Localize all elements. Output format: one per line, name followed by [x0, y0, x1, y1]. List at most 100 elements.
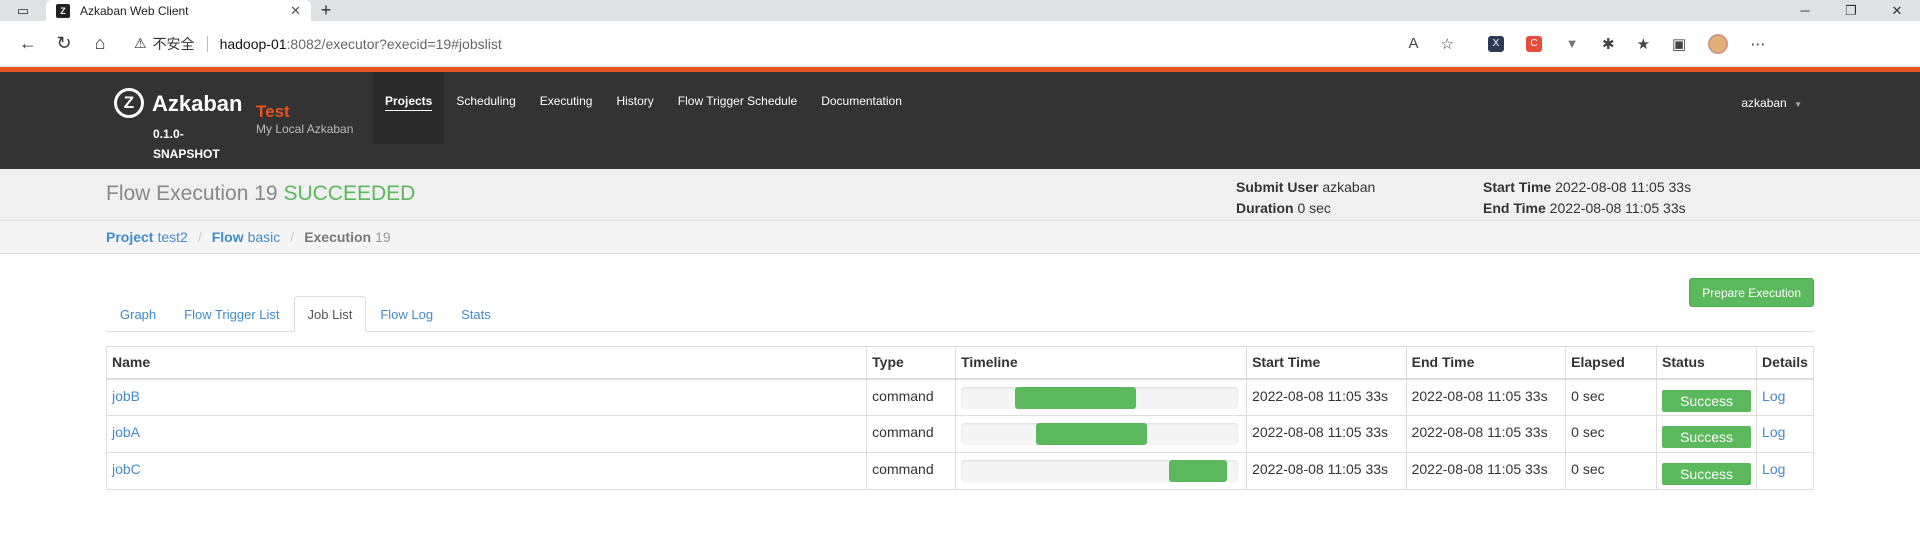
tab-flow-log[interactable]: Flow Log [366, 296, 447, 332]
breadcrumb-project[interactable]: Project test2 [106, 229, 188, 245]
timeline-bar [1035, 423, 1147, 445]
submit-user-value: azkaban [1322, 179, 1376, 195]
breadcrumb-project-value: test2 [157, 229, 188, 245]
nav-flow-trigger-schedule[interactable]: Flow Trigger Schedule [666, 72, 809, 144]
read-aloud-icon[interactable]: A [1409, 35, 1419, 53]
maximize-button[interactable]: ❐ [1828, 0, 1874, 21]
tab-close-icon[interactable]: ✕ [290, 3, 301, 19]
extension-x-icon[interactable]: X [1488, 35, 1504, 52]
version-label: 0.1.0-SNAPSHOT [153, 127, 220, 161]
timeline-track [961, 386, 1239, 409]
col-elapsed: Elapsed [1565, 346, 1658, 380]
url-divider [206, 35, 208, 52]
start-time-value: 2022-08-08 11:05 33s [1555, 179, 1692, 195]
extensions-puzzle-icon[interactable]: ✱ [1602, 35, 1615, 53]
job-name-link[interactable]: jobC [112, 461, 141, 477]
breadcrumb-flow-value: basic [247, 229, 281, 245]
close-window-button[interactable]: ✕ [1874, 0, 1920, 21]
timeline-track [961, 460, 1239, 482]
job-elapsed: 0 sec [1565, 378, 1658, 416]
breadcrumb-divider: / [197, 229, 202, 245]
collections-icon[interactable]: ▣ [1672, 35, 1686, 53]
execution-tabs: Graph Flow Trigger List Job List Flow Lo… [106, 296, 505, 332]
prepare-execution-button[interactable]: Prepare Execution [1689, 278, 1814, 307]
table-row: jobB command 2022-08-08 11:05 33s 2022-0… [105, 378, 1814, 416]
log-link[interactable]: Log [1762, 388, 1785, 404]
nav-documentation[interactable]: Documentation [809, 72, 914, 144]
url-host: hadoop-01 [219, 35, 287, 52]
breadcrumb-flow-label: Flow [211, 229, 244, 245]
timeline-bar [1168, 460, 1227, 482]
warning-icon: ⚠ [134, 35, 147, 51]
tab-job-list[interactable]: Job List [293, 296, 367, 332]
tab-stats[interactable]: Stats [447, 296, 505, 332]
nav-scheduling[interactable]: Scheduling [444, 72, 527, 144]
back-icon[interactable]: ← [10, 33, 46, 54]
job-end-time: 2022-08-08 11:05 33s [1405, 415, 1567, 453]
end-time-value: 2022-08-08 11:05 33s [1549, 200, 1686, 216]
col-end-time: End Time [1405, 346, 1567, 380]
tab-title: Azkaban Web Client [80, 3, 189, 18]
breadcrumb-execution-label: Execution [304, 229, 372, 245]
breadcrumb-divider: / [290, 229, 295, 245]
address-bar: ← ↻ ⌂ ⚠ 不安全 hadoop-01 :8082/executor?exe… [0, 21, 1920, 67]
timeline-track [961, 423, 1239, 445]
timeline-bar [1015, 386, 1136, 409]
log-link[interactable]: Log [1762, 461, 1785, 477]
user-name: azkaban [1741, 96, 1787, 110]
end-time-label: End Time [1483, 200, 1546, 216]
profile-avatar[interactable] [1708, 33, 1729, 54]
log-link[interactable]: Log [1762, 424, 1785, 440]
app-header: Z Azkaban 0.1.0-SNAPSHOT Test My Local A… [0, 72, 1920, 169]
nav-history[interactable]: History [604, 72, 665, 144]
breadcrumb-flow[interactable]: Flow basic [212, 229, 281, 245]
tab-flow-trigger-list[interactable]: Flow Trigger List [170, 296, 293, 332]
job-list-table: Name Type Timeline Start Time End Time E… [105, 346, 1814, 490]
azkaban-favicon-icon: Z [56, 3, 70, 18]
col-name: Name [105, 346, 868, 380]
breadcrumb-project-label: Project [106, 229, 154, 245]
more-menu-icon[interactable]: ⋯ [1750, 35, 1765, 53]
url-input[interactable]: ⚠ 不安全 hadoop-01 :8082/executor?execid=19… [124, 29, 1464, 59]
flow-title-text: Flow Execution 19 [106, 182, 278, 205]
breadcrumb: Project test2 / Flow basic / Execution 19 [0, 221, 1920, 254]
browser-tab[interactable]: Z Azkaban Web Client ✕ [46, 0, 311, 21]
execution-tabs-row: Graph Flow Trigger List Job List Flow Lo… [106, 274, 1814, 332]
table-row: jobC command 2022-08-08 11:05 33s 2022-0… [105, 452, 1814, 490]
favorite-star-icon[interactable]: ☆ [1441, 35, 1454, 53]
new-tab-button[interactable]: + [311, 0, 341, 21]
col-type: Type [866, 346, 957, 380]
tab-graph[interactable]: Graph [106, 296, 170, 332]
breadcrumb-execution: Execution 19 [304, 229, 390, 245]
home-icon[interactable]: ⌂ [82, 33, 118, 54]
job-start-time: 2022-08-08 11:05 33s [1246, 415, 1407, 453]
user-menu[interactable]: azkaban ▼ [1741, 96, 1802, 110]
browser-tabbar: ▭ Z Azkaban Web Client ✕ + ─ ❐ ✕ [0, 0, 1920, 21]
insecure-label: 不安全 [152, 35, 195, 52]
job-name-link[interactable]: jobB [112, 388, 140, 404]
status-badge: Success [1662, 426, 1752, 448]
job-type: command [866, 415, 957, 453]
job-type: command [866, 452, 957, 490]
nav-projects[interactable]: Projects [373, 72, 445, 144]
tab-actions-icon[interactable]: ▭ [0, 0, 46, 21]
favorites-icon[interactable]: ★ [1637, 35, 1650, 53]
extension-c-icon[interactable]: C [1526, 35, 1542, 52]
job-elapsed: 0 sec [1565, 452, 1658, 490]
job-type: command [866, 378, 957, 416]
minimize-button[interactable]: ─ [1782, 0, 1828, 21]
job-start-time: 2022-08-08 11:05 33s [1246, 378, 1407, 416]
refresh-icon[interactable]: ↻ [46, 33, 82, 54]
extension-v-icon[interactable]: ▼ [1564, 36, 1580, 52]
col-timeline: Timeline [955, 346, 1248, 380]
nav-executing[interactable]: Executing [528, 72, 605, 144]
logo-name: Azkaban [152, 91, 243, 116]
job-end-time: 2022-08-08 11:05 33s [1405, 452, 1567, 490]
duration-value: 0 sec [1297, 200, 1331, 216]
col-status: Status [1656, 346, 1758, 380]
job-name-link[interactable]: jobA [112, 424, 140, 440]
job-elapsed: 0 sec [1565, 415, 1658, 453]
col-start-time: Start Time [1246, 346, 1407, 380]
azkaban-logo[interactable]: Z Azkaban [114, 88, 242, 118]
submit-user-label: Submit User [1236, 179, 1319, 195]
